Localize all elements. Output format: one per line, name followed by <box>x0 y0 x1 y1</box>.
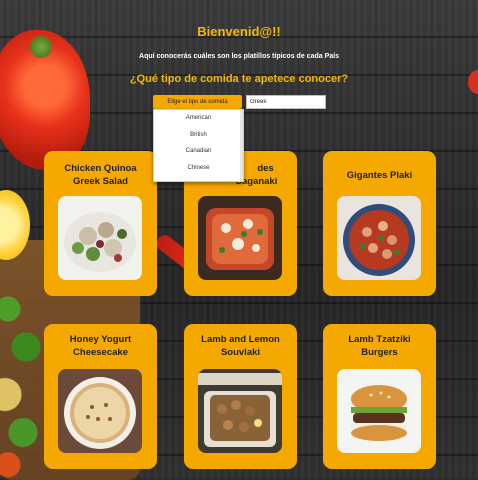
search-input[interactable] <box>246 95 326 109</box>
meal-card[interactable]: Lamb Tzatziki Burgers <box>323 324 436 469</box>
dropdown-option-british[interactable]: British <box>154 127 243 144</box>
meal-photo <box>337 369 421 453</box>
dropdown-scrollbar[interactable] <box>240 110 243 181</box>
meal-card-title: Honey Yogurt Cheesecake <box>69 334 132 358</box>
food-type-select[interactable]: Elige el tipo de comida <box>153 95 242 109</box>
meal-card-title: Gigantes Plaki <box>346 170 413 181</box>
meal-card[interactable]: Chicken Quinoa Greek Salad <box>44 151 157 296</box>
meal-photo <box>58 196 142 280</box>
dropdown-option-american[interactable]: American <box>154 110 243 127</box>
page-subtitle: Aquí conocerás cuáles son los platillos … <box>139 53 339 60</box>
vegetables-decoration <box>0 290 50 480</box>
prompt-question: ¿Qué tipo de comida te apetece conocer? <box>129 73 349 85</box>
meal-photo <box>58 369 142 453</box>
page-title: Bienvenid@!! <box>197 24 281 39</box>
dropdown-option-chinese[interactable]: Chinese <box>154 160 243 177</box>
meal-card-title: Chicken Quinoa Greek Salad <box>64 163 137 187</box>
meal-card-title: Lamb and Lemon Souvlaki <box>201 334 280 358</box>
meal-card[interactable]: Honey Yogurt Cheesecake <box>44 324 157 469</box>
meal-photo <box>198 369 282 453</box>
meal-card[interactable]: Lamb and Lemon Souvlaki <box>184 324 297 469</box>
meal-card-title: Lamb Tzatziki Burgers <box>348 334 411 358</box>
meal-photo <box>198 196 282 280</box>
dropdown-option-canadian[interactable]: Canadian <box>154 143 243 160</box>
meal-photo <box>337 196 421 280</box>
meal-card[interactable]: Gigantes Plaki <box>323 151 436 296</box>
food-type-dropdown: American British Canadian Chinese <box>153 109 244 182</box>
